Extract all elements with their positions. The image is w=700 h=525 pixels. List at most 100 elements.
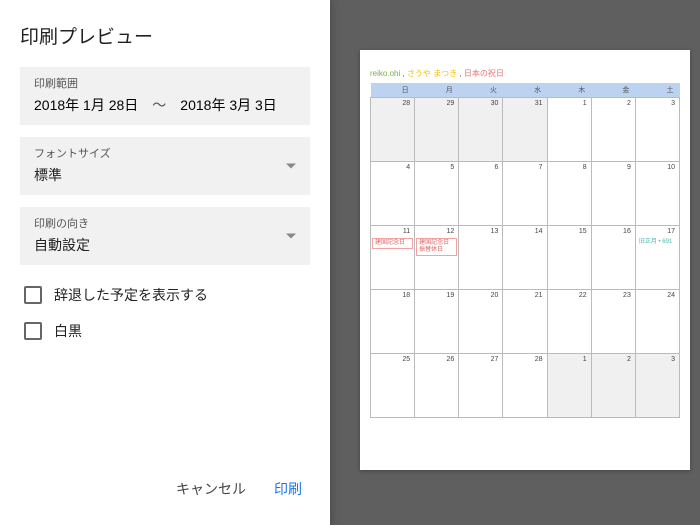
weekday-header: 火 [459,83,503,98]
range-from: 2018年 1月 28日 [34,95,138,115]
calendar-cell: 23 [591,290,635,354]
day-number: 1 [548,98,591,109]
day-number: 2 [592,98,635,109]
day-number: 10 [636,162,679,173]
print-button[interactable]: 印刷 [274,479,302,499]
day-number: 1 [548,354,591,365]
font-size-label: フォントサイズ [34,145,296,161]
weekday-header: 土 [635,83,679,98]
day-number: 3 [636,354,679,365]
day-number: 24 [636,290,679,301]
day-number: 6 [459,162,502,173]
font-size-value: 標準 [34,165,296,185]
calendar-cell: 18 [371,290,415,354]
calendar-cell: 9 [591,162,635,226]
print-range-field[interactable]: 印刷範囲 2018年 1月 28日 〜 2018年 3月 3日 [20,67,310,125]
calendar-cell: 28 [371,98,415,162]
calendar-event: 建国記念日 [372,238,413,249]
calendar-cell: 24 [635,290,679,354]
calendar-cell: 8 [547,162,591,226]
calendar-cell: 2 [591,98,635,162]
calendar-cell: 12建国記念日 振替休日 [415,226,459,290]
calendar-cell: 31 [503,98,547,162]
day-number: 8 [548,162,591,173]
calendar-cell: 15 [547,226,591,290]
range-to: 2018年 3月 3日 [180,95,277,115]
day-number: 20 [459,290,502,301]
show-declined-checkbox[interactable]: 辞退した予定を表示する [20,277,310,313]
range-label: 印刷範囲 [34,75,296,91]
calendar-cell: 17旧正月 • 691 [635,226,679,290]
calendar-cell: 4 [371,162,415,226]
calendar-cell: 26 [415,354,459,418]
calendar-event: 旧正月 • 691 [637,238,678,247]
calendar-cell: 7 [503,162,547,226]
weekday-header: 水 [503,83,547,98]
orientation-value: 自動設定 [34,235,296,255]
orientation-label: 印刷の向き [34,215,296,231]
weekday-header: 金 [591,83,635,98]
calendar-cell: 5 [415,162,459,226]
print-preview-page: reiko.ohi , さうや まつき , 日本の祝日 日月火水木金土 2829… [360,50,690,470]
chevron-down-icon [286,164,296,169]
day-number: 5 [415,162,458,173]
day-number: 23 [592,290,635,301]
day-number: 28 [371,98,414,109]
day-number: 13 [459,226,502,237]
legend-item: 日本の祝日 [464,69,504,78]
day-number: 12 [415,226,458,237]
day-number: 30 [459,98,502,109]
legend-item: さうや まつき [407,69,457,78]
day-number: 22 [548,290,591,301]
calendar-cell: 14 [503,226,547,290]
checkbox-icon [24,322,42,340]
calendar-cell: 3 [635,98,679,162]
day-number: 31 [503,98,546,109]
calendar-legend: reiko.ohi , さうや まつき , 日本の祝日 [370,68,680,79]
chevron-down-icon [286,234,296,239]
day-number: 28 [503,354,546,365]
weekday-header: 日 [371,83,415,98]
black-white-checkbox[interactable]: 白黒 [20,313,310,349]
calendar-cell: 30 [459,98,503,162]
panel-footer: キャンセル 印刷 [0,463,330,525]
calendar-cell: 6 [459,162,503,226]
calendar-cell: 28 [503,354,547,418]
calendar-cell: 22 [547,290,591,354]
range-separator: 〜 [152,95,166,115]
calendar-cell: 25 [371,354,415,418]
day-number: 3 [636,98,679,109]
weekday-header: 月 [415,83,459,98]
calendar-cell: 10 [635,162,679,226]
day-number: 7 [503,162,546,173]
panel-title: 印刷プレビュー [20,22,310,49]
calendar-cell: 16 [591,226,635,290]
legend-item: reiko.ohi [370,69,400,78]
day-number: 11 [371,226,414,237]
calendar-cell: 1 [547,354,591,418]
day-number: 4 [371,162,414,173]
day-number: 25 [371,354,414,365]
day-number: 15 [548,226,591,237]
day-number: 27 [459,354,502,365]
calendar-cell: 27 [459,354,503,418]
day-number: 18 [371,290,414,301]
orientation-dropdown[interactable]: 印刷の向き 自動設定 [20,207,310,265]
day-number: 9 [592,162,635,173]
print-preview-panel: 印刷プレビュー 印刷範囲 2018年 1月 28日 〜 2018年 3月 3日 … [0,0,330,525]
day-number: 26 [415,354,458,365]
black-white-label: 白黒 [54,321,82,341]
cancel-button[interactable]: キャンセル [176,479,246,499]
day-number: 19 [415,290,458,301]
calendar-cell: 21 [503,290,547,354]
day-number: 2 [592,354,635,365]
day-number: 29 [415,98,458,109]
day-number: 17 [636,226,679,237]
calendar-cell: 2 [591,354,635,418]
checkbox-icon [24,286,42,304]
calendar-cell: 3 [635,354,679,418]
show-declined-label: 辞退した予定を表示する [54,285,208,305]
font-size-dropdown[interactable]: フォントサイズ 標準 [20,137,310,195]
calendar-cell: 29 [415,98,459,162]
calendar-cell: 1 [547,98,591,162]
